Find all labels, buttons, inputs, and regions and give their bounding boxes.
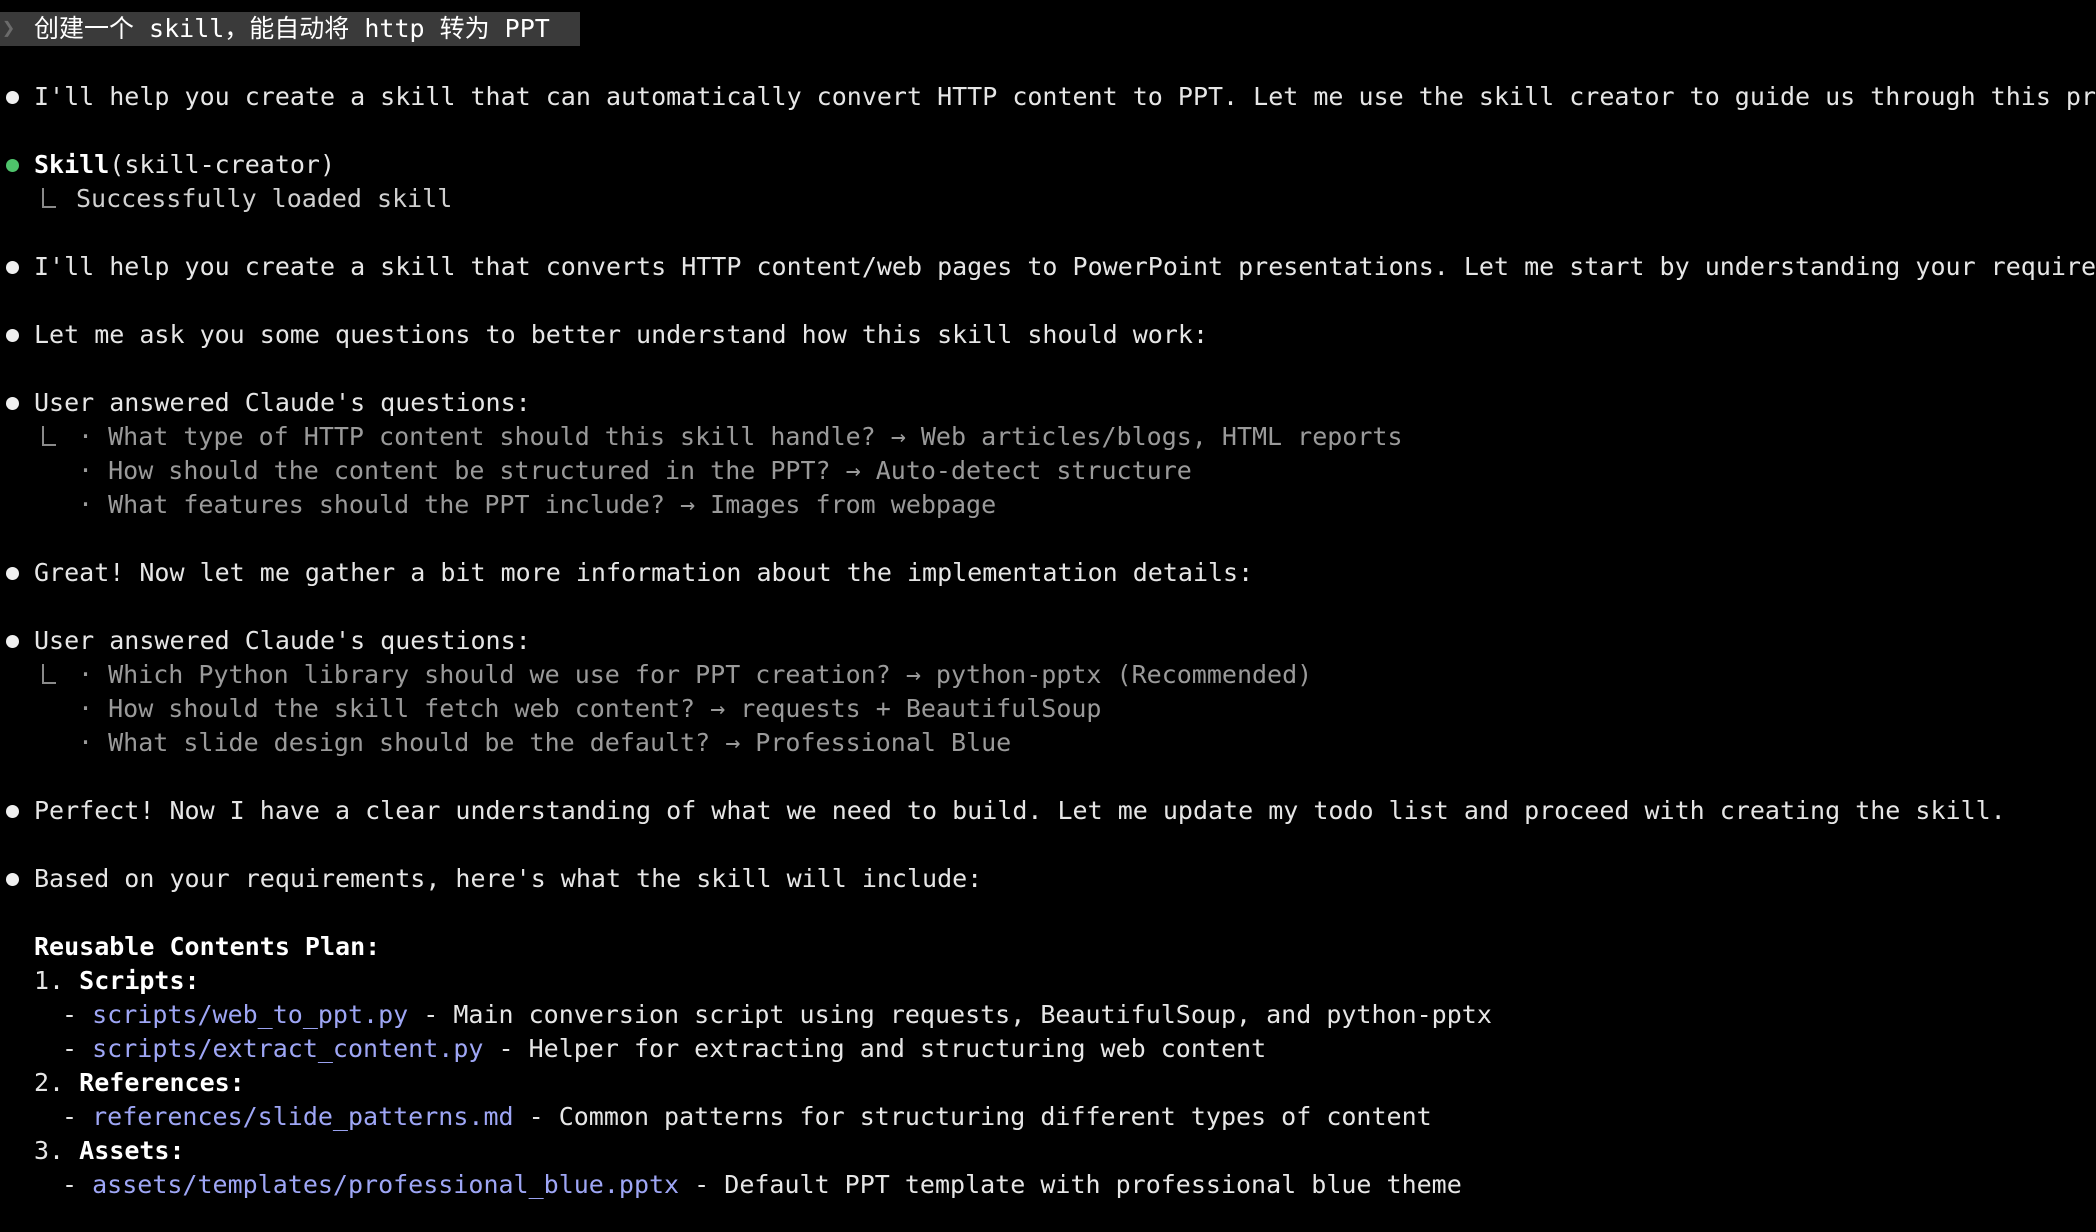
plan-item: - scripts/extract_content.py - Helper fo… [62,1032,1266,1066]
file-path-link[interactable]: scripts/extract_content.py [92,1034,483,1063]
message-bullet-icon [6,567,19,580]
user-prompt-text: 创建一个 skill，能自动将 http 转为 PPT [34,14,550,43]
plan-item: - scripts/web_to_ppt.py - Main conversio… [62,998,1492,1032]
plan-section-header: 2. References: [34,1066,245,1100]
message-bullet-icon [6,397,19,410]
list-dash: - [62,1000,93,1029]
plan-item-description: - Common patterns for structuring differ… [513,1102,1432,1131]
qa-answer-item: · What slide design should be the defaul… [78,728,1012,757]
list-dash: - [62,1102,93,1131]
assistant-message: Based on your requirements, here's what … [34,864,983,893]
plan-section-label: References: [79,1068,245,1097]
plan-section-header: 1. Scripts: [34,964,200,998]
plan-section-number: 3. [34,1136,65,1165]
qa-header: User answered Claude's questions: [34,388,531,417]
plan-item-description: - Helper for extracting and structuring … [483,1034,1267,1063]
plan-item-description: - Main conversion script using requests,… [408,1000,1492,1029]
tool-result: Successfully loaded skill [76,184,453,213]
file-path-link[interactable]: references/slide_patterns.md [92,1102,513,1131]
tree-elbow-icon [42,664,56,684]
tool-argument: (skill-creator) [109,150,336,179]
message-bullet-icon [6,329,19,342]
qa-answer-item: · Which Python library should we use for… [78,660,1313,689]
plan-section-label: Scripts: [79,966,200,995]
message-bullet-icon [6,873,19,886]
assistant-message: Perfect! Now I have a clear understandin… [34,796,2006,825]
plan-item-description: - Default PPT template with professional… [679,1170,1462,1199]
assistant-message: Great! Now let me gather a bit more info… [34,558,1254,587]
qa-header: User answered Claude's questions: [34,626,531,655]
terminal-window: ❯ 创建一个 skill，能自动将 http 转为 PPT I'll help … [0,0,2096,1232]
qa-answer-item: · What type of HTTP content should this … [78,422,1403,451]
qa-answer-item: · How should the content be structured i… [78,456,1192,485]
qa-answer-item: · What features should the PPT include? … [78,490,997,519]
list-dash: - [62,1034,93,1063]
prompt-caret-icon: ❯ [2,16,16,41]
plan-section-number: 2. [34,1068,65,1097]
file-path-link[interactable]: scripts/web_to_ppt.py [92,1000,408,1029]
file-path-link[interactable]: assets/templates/professional_blue.pptx [92,1170,679,1199]
message-bullet-icon [6,805,19,818]
message-bullet-icon [6,635,19,648]
message-bullet-icon [6,91,19,104]
tree-elbow-icon [42,426,56,446]
plan-item: - assets/templates/professional_blue.ppt… [62,1168,1462,1202]
plan-section-header: 3. Assets: [34,1134,185,1168]
assistant-message: Let me ask you some questions to better … [34,320,1208,349]
list-dash: - [62,1170,93,1199]
plan-title: Reusable Contents Plan: [34,932,381,961]
assistant-message: I'll help you create a skill that can au… [34,82,2096,111]
tree-elbow-icon [42,188,56,208]
tool-name: Skill [34,150,110,179]
tool-call-bullet-icon [6,159,19,172]
plan-item: - references/slide_patterns.md - Common … [62,1100,1432,1134]
message-bullet-icon [6,261,19,274]
plan-section-label: Assets: [79,1136,185,1165]
tool-call-line: Skill(skill-creator) [34,148,335,182]
qa-answer-item: · How should the skill fetch web content… [78,694,1102,723]
plan-section-number: 1. [34,966,65,995]
assistant-message: I'll help you create a skill that conver… [34,252,2096,281]
